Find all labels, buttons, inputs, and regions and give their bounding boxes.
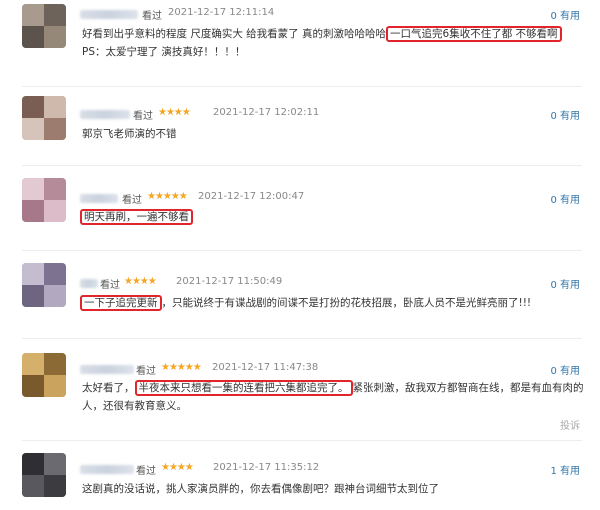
divider [22,338,582,339]
useful-label: 有用 [560,466,580,477]
username-blurred[interactable] [80,10,138,19]
useful-vote[interactable]: 1 有用 [550,462,580,477]
comment-text-line2: PS：太爱宁理了 演技真好！！！！ [82,46,246,58]
comment-item: 看过 ★★★★★ 2021-12-17 11:47:38 0 有用 太好看了，半… [0,345,600,440]
divider [22,440,582,441]
comment-time: 2021-12-17 12:11:14 [168,7,275,18]
useful-vote[interactable]: 0 有用 [550,107,580,122]
useful-count: 0 [550,366,557,377]
username-blurred[interactable] [80,279,98,288]
comment-time: 2021-12-17 12:02:11 [213,107,320,118]
divider [22,165,582,166]
comment-text: 好看到出乎意料的程度 尺度确实大 给我看蒙了 真的刺激哈哈哈哈 一口气追完6集收不… [82,26,562,42]
highlighted-text: 明天再刷，一遍不够看 [80,209,193,225]
avatar[interactable] [22,263,66,307]
useful-count: 0 [550,280,557,291]
comment-item: 看过 ★★★★ 2021-12-17 12:02:11 0 有用 郭京飞老师演的… [0,90,600,165]
comment-text-line2: 人，还很有教育意义。 [82,400,187,412]
comment-text: 明天再刷，一遍不够看 [80,209,193,225]
avatar[interactable] [22,96,66,140]
useful-count: 0 [550,195,557,206]
comment-text: 郭京飞老师演的不错 [82,128,177,140]
comment-item: 看过 2021-12-17 12:11:14 0 有用 好看到出乎意料的程度 尺… [0,0,600,90]
useful-count: 1 [550,466,557,477]
useful-label: 有用 [560,111,580,122]
useful-count: 0 [550,11,557,22]
useful-count: 0 [550,111,557,122]
rating-stars: ★★★★★ [147,191,188,202]
highlighted-text: 一下子追完更新 [80,295,162,311]
highlighted-text: 半夜本来只想看一集的连看把六集都追完了。 [134,380,353,396]
comment-item: 看过 ★★★★ 2021-12-17 11:35:12 1 有用 这剧真的没话说… [0,445,600,510]
watch-status: 看过 [142,11,162,22]
comment-list-page: { "comments": [ { "status": "看过", "stars… [0,0,600,510]
watch-status: 看过 [100,280,120,291]
useful-vote[interactable]: 0 有用 [550,276,580,291]
username-blurred[interactable] [80,194,118,203]
comment-time: 2021-12-17 12:00:47 [198,191,305,202]
useful-label: 有用 [560,366,580,377]
report-link[interactable]: 投诉 [560,417,580,432]
highlighted-text: 一口气追完6集收不住了都 不够看啊 [386,26,562,42]
avatar[interactable] [22,453,66,497]
useful-vote[interactable]: 0 有用 [550,191,580,206]
avatar[interactable] [22,353,66,397]
divider [22,86,582,87]
rating-stars: ★★★★★ [161,362,202,373]
avatar[interactable] [22,4,66,48]
watch-status: 看过 [136,366,156,377]
comment-text: 这剧真的没话说，挑人家演员胖的，你去看偶像剧吧？跟神台词细节太到位了 [82,483,439,495]
divider [22,250,582,251]
useful-vote[interactable]: 0 有用 [550,362,580,377]
useful-label: 有用 [560,280,580,291]
comment-time: 2021-12-17 11:50:49 [176,276,283,287]
watch-status: 看过 [122,195,142,206]
username-blurred[interactable] [80,110,130,119]
comment-item: 看过 ★★★★★ 2021-12-17 12:00:47 0 有用 明天再刷，一… [0,170,600,250]
comment-text: 太好看了， 半夜本来只想看一集的连看把六集都追完了。 紧张刺激，敌我双方都智商在线，… [82,380,584,396]
username-blurred[interactable] [80,365,134,374]
rating-stars: ★★★★ [158,107,191,118]
comment-time: 2021-12-17 11:35:12 [213,462,320,473]
watch-status: 看过 [133,111,153,122]
comment-time: 2021-12-17 11:47:38 [212,362,319,373]
useful-vote[interactable]: 0 有用 [550,7,580,22]
useful-label: 有用 [560,11,580,22]
rating-stars: ★★★★ [161,462,194,473]
comment-item: 看过 ★★★★ 2021-12-17 11:50:49 0 有用 一下子追完更新… [0,255,600,335]
rating-stars: ★★★★ [124,276,157,287]
avatar[interactable] [22,178,66,222]
comment-text: 一下子追完更新 ，只能说终于有谍战剧的间谍不是打扮的花枝招展，卧底人员不是光鲜亮丽… [80,295,531,311]
username-blurred[interactable] [80,465,134,474]
watch-status: 看过 [136,466,156,477]
useful-label: 有用 [560,195,580,206]
